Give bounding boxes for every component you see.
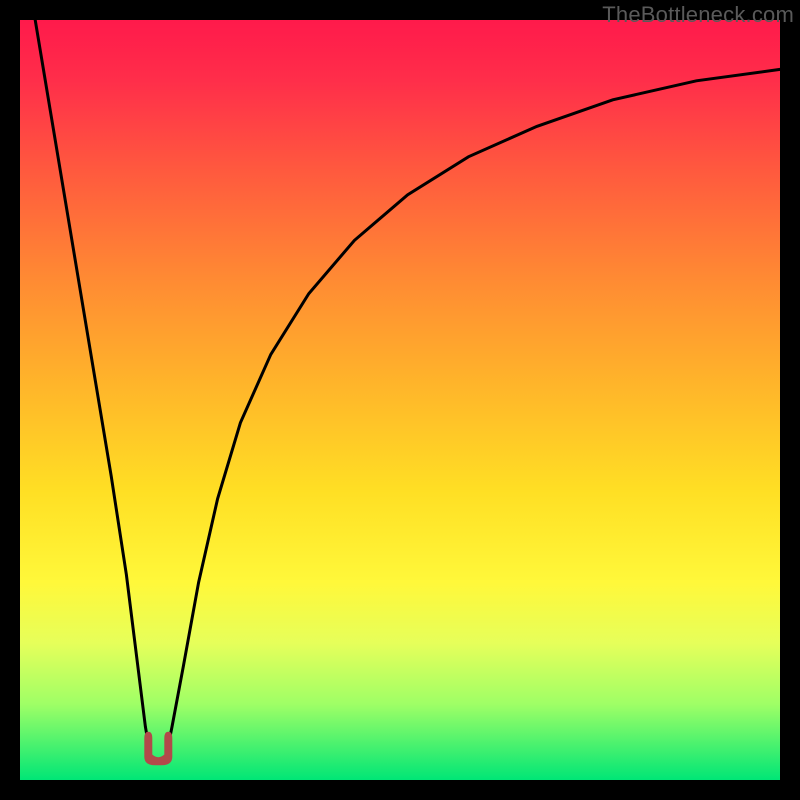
chart-frame: TheBottleneck.com xyxy=(0,0,800,800)
chart-curve-layer xyxy=(20,20,780,780)
curve-right-branch xyxy=(166,69,780,757)
watermark-label: TheBottleneck.com xyxy=(602,2,794,28)
curve-left-branch xyxy=(35,20,151,757)
chart-plot-area xyxy=(20,20,780,780)
trough-marker-icon xyxy=(145,732,172,765)
